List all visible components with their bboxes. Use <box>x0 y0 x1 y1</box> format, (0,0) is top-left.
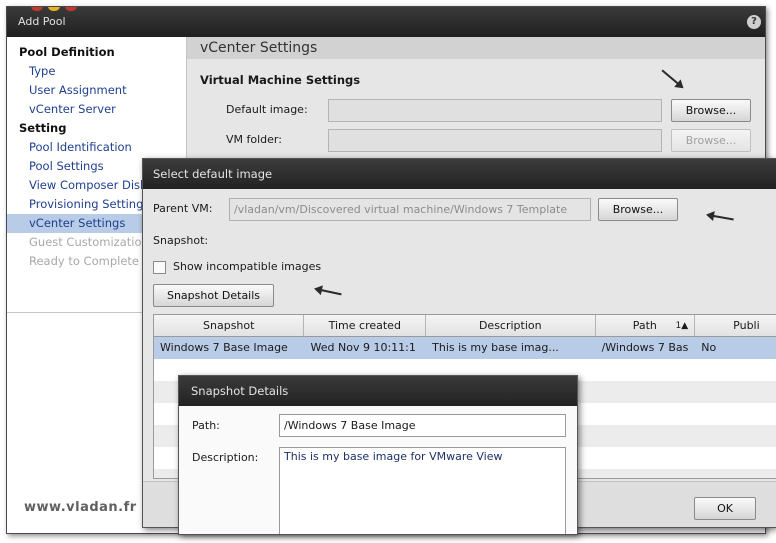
nav-section-pool-definition: Pool Definition <box>19 45 115 59</box>
show-incompatible-checkbox[interactable] <box>153 261 166 274</box>
page-title: vCenter Settings <box>187 37 765 59</box>
column-header-label: Path <box>632 319 657 332</box>
parent-vm-field[interactable]: /vladan/vm/Discovered virtual machine/Wi… <box>229 198 591 221</box>
help-icon[interactable]: ? <box>747 15 761 29</box>
cell-time-created: Wed Nov 9 10:11:1 <box>310 341 416 354</box>
column-header-description[interactable]: Description <box>426 315 596 336</box>
default-image-row: Default image: Browse... <box>187 99 765 122</box>
column-header-label: Publi <box>733 319 760 332</box>
column-header-public[interactable]: Publi <box>695 315 776 336</box>
cell-snapshot: Windows 7 Base Image <box>160 341 288 354</box>
select-image-title-bar[interactable]: Select default image <box>143 159 776 189</box>
column-header-snapshot[interactable]: Snapshot <box>154 315 305 336</box>
nav-item-pool-identification[interactable]: Pool Identification <box>7 138 186 157</box>
parent-vm-browse-button[interactable]: Browse... <box>598 198 678 221</box>
show-incompatible-label: Show incompatible images <box>173 260 322 273</box>
column-header-label: Time created <box>328 319 401 332</box>
table-header: Snapshot Time created Description Path 1▲… <box>154 315 776 337</box>
cell-path: /Windows 7 Bas <box>601 341 689 354</box>
column-header-path[interactable]: Path 1▲ <box>596 315 696 336</box>
parent-vm-label: Parent VM: <box>153 202 213 215</box>
nav-item-type[interactable]: Type <box>7 62 186 81</box>
nav-section-setting: Setting <box>19 121 67 135</box>
column-header-label: Description <box>478 319 542 332</box>
default-image-field[interactable] <box>328 99 662 122</box>
nav-item-user-assignment[interactable]: User Assignment <box>7 81 186 100</box>
column-header-time-created[interactable]: Time created <box>304 315 427 336</box>
description-label: Description: <box>192 451 259 464</box>
add-pool-title-bar[interactable]: Add Pool ? <box>7 7 765 37</box>
watermark: www.vladan.fr <box>24 500 137 515</box>
snapshot-details-title-bar[interactable]: Snapshot Details <box>179 376 577 406</box>
sort-ascending-icon: 1▲ <box>675 321 689 331</box>
snapshot-details-title: Snapshot Details <box>191 384 289 398</box>
description-field[interactable]: This is my base image for VMware View <box>279 447 566 534</box>
alert-icon <box>65 7 77 11</box>
add-pool-title: Add Pool <box>18 15 66 28</box>
path-field[interactable]: /Windows 7 Base Image <box>279 414 566 437</box>
table-row[interactable]: Windows 7 Base Image Wed Nov 9 10:11:1 T… <box>154 337 776 359</box>
snapshot-details-button[interactable]: Snapshot Details <box>153 284 274 307</box>
vm-folder-row: VM folder: Browse... <box>187 129 765 152</box>
snapshot-details-dialog: Snapshot Details Path: /Windows 7 Base I… <box>178 375 578 535</box>
warning-icon <box>48 7 60 11</box>
cell-public: No <box>701 341 717 354</box>
vm-folder-browse-button: Browse... <box>671 129 751 152</box>
nav-item-vcenter-server[interactable]: vCenter Server <box>7 100 186 119</box>
toolbar-icons <box>31 7 77 11</box>
vm-folder-field[interactable] <box>328 129 662 152</box>
select-image-title: Select default image <box>153 167 273 181</box>
ok-button[interactable]: OK <box>694 497 756 520</box>
default-image-browse-button[interactable]: Browse... <box>671 99 751 122</box>
snapshot-label: Snapshot: <box>153 234 209 247</box>
column-header-label: Snapshot <box>203 319 255 332</box>
path-label: Path: <box>192 419 220 432</box>
error-icon <box>31 7 43 11</box>
section-label: Virtual Machine Settings <box>200 73 361 87</box>
cell-description: This is my base imag... <box>432 341 559 354</box>
